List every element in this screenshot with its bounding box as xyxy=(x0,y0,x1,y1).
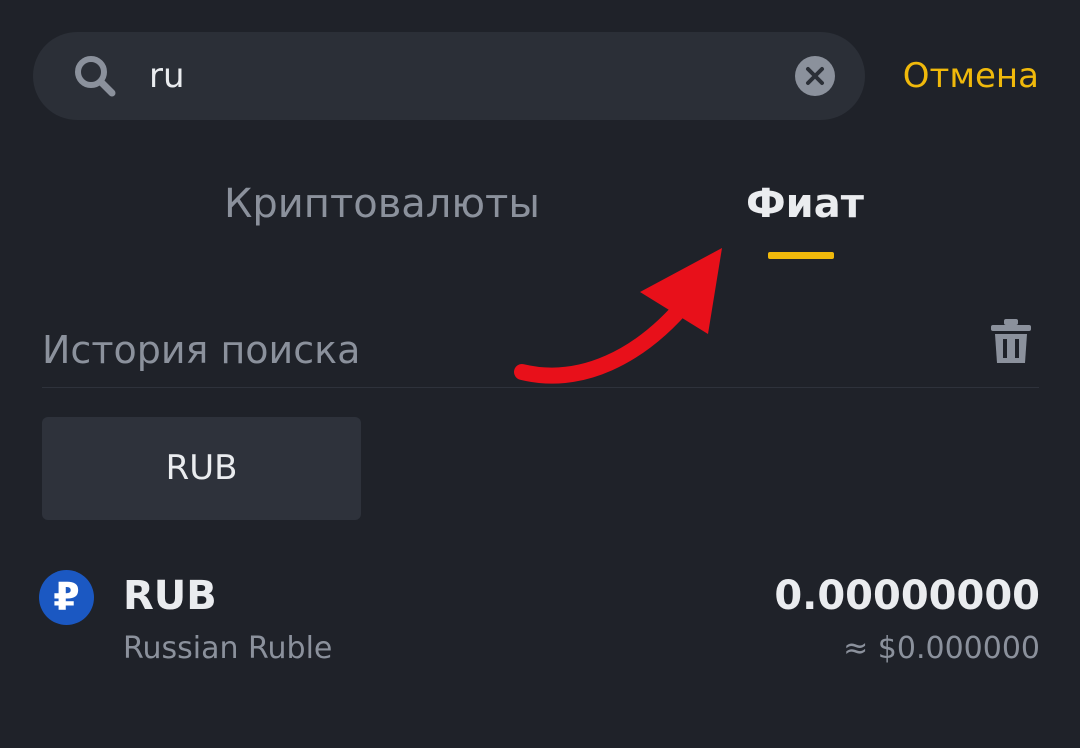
tab-fiat[interactable]: Фиат xyxy=(746,176,864,232)
annotation-arrow-icon xyxy=(514,248,722,384)
clear-icon[interactable] xyxy=(794,55,836,97)
currency-balance: 0.00000000 xyxy=(774,573,1040,619)
currency-usd-value: ≈ $0.000000 xyxy=(843,631,1040,666)
divider xyxy=(42,387,1039,388)
result-row-rub[interactable]: ₽ RUB Russian Ruble 0.00000000 ≈ $0.0000… xyxy=(0,548,1080,688)
active-tab-indicator xyxy=(768,252,834,259)
history-chip-rub[interactable]: RUB xyxy=(42,417,361,520)
search-icon xyxy=(75,56,116,97)
ruble-icon: ₽ xyxy=(39,570,94,625)
search-history-title: История поиска xyxy=(42,328,361,372)
tab-crypto[interactable]: Криптовалюты xyxy=(224,176,540,232)
currency-name: Russian Ruble xyxy=(123,631,333,666)
trash-icon[interactable] xyxy=(989,317,1033,365)
search-screen: ru Отмена Криптовалюты Фиат История поис… xyxy=(0,0,1080,748)
search-box[interactable]: ru xyxy=(33,32,865,120)
currency-code: RUB xyxy=(123,573,217,619)
cancel-button[interactable]: Отмена xyxy=(903,32,1039,120)
search-input[interactable]: ru xyxy=(149,32,185,120)
